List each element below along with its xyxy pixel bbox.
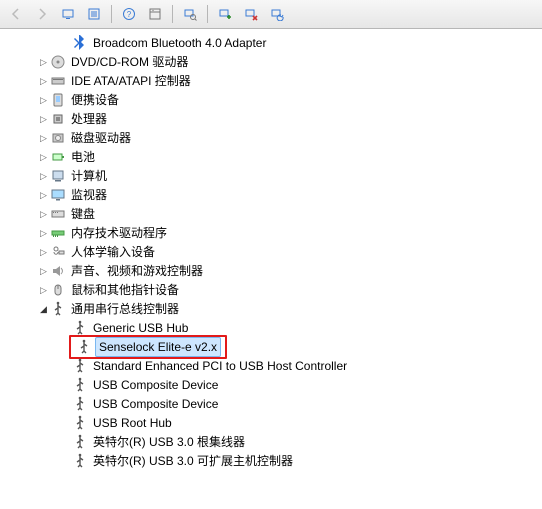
screen-button[interactable] — [56, 2, 80, 26]
expand-icon[interactable]: ▷ — [38, 262, 49, 280]
nav-fwd-button[interactable] — [30, 2, 54, 26]
tree-node[interactable]: ▷ 电池 — [10, 147, 542, 166]
tree-node-label[interactable]: USB Root Hub — [91, 413, 174, 433]
tree-node-label[interactable]: 计算机 — [69, 166, 109, 186]
tree-node[interactable]: ▷ 内存技术驱动程序 — [10, 223, 542, 242]
usb-icon — [50, 301, 66, 317]
tree-node-label[interactable]: 通用串行总线控制器 — [69, 299, 181, 319]
hid-icon — [50, 244, 66, 260]
mouse-icon — [50, 282, 66, 298]
tree-node[interactable]: ◢ 通用串行总线控制器 — [10, 299, 542, 318]
usb-icon — [72, 453, 88, 469]
tree-node[interactable]: 英特尔(R) USB 3.0 可扩展主机控制器 — [10, 451, 542, 470]
tree-node-label[interactable]: 英特尔(R) USB 3.0 根集线器 — [91, 432, 247, 452]
collapse-icon[interactable]: ◢ — [38, 300, 49, 318]
tree-node[interactable]: ▷ IDE ATA/ATAPI 控制器 — [10, 71, 542, 90]
tree-node-label[interactable]: 键盘 — [69, 204, 97, 224]
expand-icon[interactable]: ▷ — [38, 243, 49, 261]
cpu-icon — [50, 111, 66, 127]
usb-icon — [72, 396, 88, 412]
tree-node-label[interactable]: 监视器 — [69, 185, 109, 205]
tree-node[interactable]: ▷ 计算机 — [10, 166, 542, 185]
usb-icon — [72, 434, 88, 450]
device-tree: Broadcom Bluetooth 4.0 Adapter ▷ DVD/CD-RO… — [0, 29, 542, 509]
tree-node-label[interactable]: 处理器 — [69, 109, 109, 129]
tree-node[interactable]: ▷ 鼠标和其他指针设备 — [10, 280, 542, 299]
tree-node[interactable]: ▷ 声音、视频和游戏控制器 — [10, 261, 542, 280]
expand-icon[interactable]: ▷ — [38, 167, 49, 185]
tree-node-label[interactable]: 电池 — [69, 147, 97, 167]
tree-node[interactable]: ▷ 监视器 — [10, 185, 542, 204]
tree-node-label[interactable]: 内存技术驱动程序 — [69, 223, 169, 243]
tree-node-label[interactable]: 鼠标和其他指针设备 — [69, 280, 181, 300]
expand-icon[interactable]: ▷ — [38, 129, 49, 147]
add-button[interactable] — [213, 2, 237, 26]
expand-icon[interactable]: ▷ — [38, 205, 49, 223]
tree-node[interactable]: USB Root Hub — [10, 413, 542, 432]
list-button[interactable] — [82, 2, 106, 26]
batt-icon — [50, 149, 66, 165]
tree-node-label[interactable]: 英特尔(R) USB 3.0 可扩展主机控制器 — [91, 451, 295, 471]
tree-node-label[interactable]: IDE ATA/ATAPI 控制器 — [69, 71, 193, 91]
usb-icon — [72, 415, 88, 431]
tree-node-label[interactable]: Standard Enhanced PCI to USB Host Contro… — [91, 356, 349, 376]
scan-button[interactable] — [178, 2, 202, 26]
expand-icon[interactable]: ▷ — [38, 186, 49, 204]
toolbar-separator — [172, 5, 173, 23]
tree-node-label[interactable]: 声音、视频和游戏控制器 — [69, 261, 205, 281]
kbd-icon — [50, 206, 66, 222]
remove-button[interactable] — [239, 2, 263, 26]
tree-node[interactable]: ▷ 键盘 — [10, 204, 542, 223]
expand-icon[interactable]: ▷ — [38, 53, 49, 71]
tree-node[interactable]: ▷ 处理器 — [10, 109, 542, 128]
tree-node[interactable]: ▷ 便携设备 — [10, 90, 542, 109]
disk-icon — [50, 130, 66, 146]
tree-node-label[interactable]: DVD/CD-ROM 驱动器 — [69, 52, 190, 72]
tree-node-label[interactable]: Senselock Elite-e v2.x — [95, 337, 221, 357]
expand-icon[interactable]: ▷ — [38, 72, 49, 90]
mon-icon — [50, 187, 66, 203]
port-icon — [50, 92, 66, 108]
expand-icon[interactable]: ▷ — [38, 281, 49, 299]
ide-icon — [50, 73, 66, 89]
tree-node-label[interactable]: Broadcom Bluetooth 4.0 Adapter — [91, 33, 268, 53]
usb-icon — [72, 320, 88, 336]
tree-node[interactable]: USB Composite Device — [10, 394, 542, 413]
update-button[interactable] — [265, 2, 289, 26]
nav-back-button[interactable] — [4, 2, 28, 26]
usb-icon — [72, 358, 88, 374]
toolbar: ? — [0, 0, 542, 29]
pc-icon — [50, 168, 66, 184]
expand-icon[interactable]: ▷ — [38, 148, 49, 166]
bt-icon — [72, 35, 88, 51]
tree-node[interactable]: 英特尔(R) USB 3.0 根集线器 — [10, 432, 542, 451]
tree-node-label[interactable]: USB Composite Device — [91, 394, 220, 414]
toolbar-separator — [111, 5, 112, 23]
tree-node[interactable]: Senselock Elite-e v2.x — [10, 337, 542, 356]
expand-icon[interactable]: ▷ — [38, 110, 49, 128]
tree-node-label[interactable]: 人体学输入设备 — [69, 242, 157, 262]
tree-node[interactable]: ▷ 人体学输入设备 — [10, 242, 542, 261]
tree-node[interactable]: USB Composite Device — [10, 375, 542, 394]
expand-icon[interactable]: ▷ — [38, 91, 49, 109]
tree-node[interactable]: ▷ DVD/CD-ROM 驱动器 — [10, 52, 542, 71]
tree-node[interactable]: ▷ 磁盘驱动器 — [10, 128, 542, 147]
tree-node-label[interactable]: USB Composite Device — [91, 375, 220, 395]
tree-node[interactable]: Broadcom Bluetooth 4.0 Adapter — [10, 33, 542, 52]
toolbar-separator — [207, 5, 208, 23]
usb-icon — [76, 339, 92, 355]
help-button[interactable]: ? — [117, 2, 141, 26]
cd-icon — [50, 54, 66, 70]
usb-icon — [72, 377, 88, 393]
tree-node-label[interactable]: 便携设备 — [69, 90, 121, 110]
svg-text:?: ? — [127, 10, 132, 19]
expand-icon[interactable]: ▷ — [38, 224, 49, 242]
tree-node-label[interactable]: 磁盘驱动器 — [69, 128, 133, 148]
tree-node[interactable]: Standard Enhanced PCI to USB Host Contro… — [10, 356, 542, 375]
mem-icon — [50, 225, 66, 241]
snd-icon — [50, 263, 66, 279]
props-button[interactable] — [143, 2, 167, 26]
